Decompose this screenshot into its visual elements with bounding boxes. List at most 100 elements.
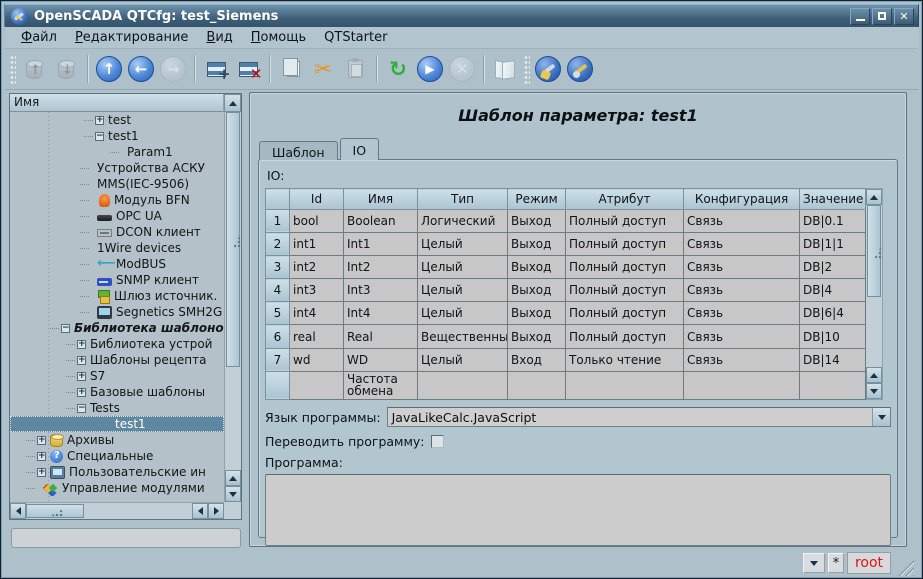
cut-icon[interactable]: ✂ <box>307 53 339 85</box>
table-row[interactable]: 1boolBooleanЛогическийВыходПолный доступ… <box>266 209 866 232</box>
table-cell[interactable]: Связь <box>684 279 800 302</box>
table-cell[interactable]: bool <box>290 209 344 232</box>
table-cell[interactable] <box>566 371 684 399</box>
tree-item-param1[interactable]: Param1 <box>10 144 224 160</box>
table-cell[interactable]: Выход <box>508 209 566 232</box>
tree-item-mms-iec-9506-[interactable]: MMS(IEC-9506) <box>10 176 224 192</box>
column-header[interactable]: Id <box>290 189 344 210</box>
tree-horizontal-scrollbar[interactable] <box>10 502 224 519</box>
table-cell[interactable]: Int4 <box>344 302 418 325</box>
row-number-cell[interactable]: 7 <box>266 348 290 371</box>
status-dropdown-button[interactable] <box>803 553 825 573</box>
tree-item-opc-ua[interactable]: OPC UA <box>10 208 224 224</box>
tree-scroll-right-button[interactable] <box>208 503 224 519</box>
table-cell[interactable]: Выход <box>508 279 566 302</box>
copy-icon[interactable] <box>275 53 307 85</box>
tree-item-s7[interactable]: +S7 <box>10 368 224 384</box>
tree-filter-field[interactable] <box>11 528 241 548</box>
tree-scroll-left2-button[interactable] <box>192 503 208 519</box>
table-cell[interactable]: Полный доступ <box>566 302 684 325</box>
status-user-badge[interactable]: root <box>847 552 891 574</box>
tree-item-dcon-клиент[interactable]: DCON клиент <box>10 224 224 240</box>
collapse-icon[interactable]: − <box>95 132 104 141</box>
expand-icon[interactable]: + <box>95 116 104 125</box>
table-row[interactable]: 5int4Int4ЦелыйВыходПолный доступСвязьDB|… <box>266 302 866 325</box>
toolbar-handle[interactable] <box>9 54 16 84</box>
table-cell[interactable]: Полный доступ <box>566 256 684 279</box>
table-cell[interactable]: DB|1|1 <box>800 233 866 256</box>
row-number-cell[interactable]: 1 <box>266 209 290 232</box>
tab-io[interactable]: IO <box>340 138 380 160</box>
table-cell[interactable]: DB|10 <box>800 325 866 348</box>
expand-icon[interactable]: + <box>37 436 46 445</box>
collapse-icon[interactable]: − <box>61 324 70 333</box>
row-number-cell[interactable] <box>266 371 290 399</box>
tree-item-базовые-шаблоны[interactable]: +Базовые шаблоны <box>10 384 224 400</box>
tree-item-test[interactable]: +test <box>10 112 224 128</box>
table-row[interactable]: 7wdWDЦелыйВходТолько чтениеСвязьDB|14 <box>266 348 866 371</box>
resize-grip[interactable] <box>897 559 914 576</box>
table-cell[interactable] <box>508 371 566 399</box>
tree-vscroll-thumb[interactable] <box>226 112 240 367</box>
menu-item-2[interactable]: Редактирование <box>67 28 196 47</box>
table-cell[interactable]: int1 <box>290 233 344 256</box>
table-cell[interactable] <box>418 371 508 399</box>
table-cell[interactable]: Полный доступ <box>566 279 684 302</box>
column-header[interactable]: Атрибут <box>566 189 684 210</box>
tree-item-segnetics-smh2g[interactable]: Segnetics SMH2G <box>10 304 224 320</box>
tree-item-библиотека-устрой[interactable]: +Библиотека устрой <box>10 336 224 352</box>
table-scroll-down-button[interactable] <box>866 383 882 399</box>
back-icon[interactable]: ← <box>125 53 157 85</box>
table-cell[interactable]: DB|6|4 <box>800 302 866 325</box>
status-modified-button[interactable]: * <box>828 553 844 573</box>
table-row-partial[interactable]: Частотаобмена <box>266 371 866 399</box>
table-cell[interactable]: Boolean <box>344 209 418 232</box>
row-number-cell[interactable]: 4 <box>266 279 290 302</box>
row-number-cell[interactable]: 5 <box>266 302 290 325</box>
table-cell[interactable]: Связь <box>684 302 800 325</box>
table-cell[interactable]: Целый <box>418 348 508 371</box>
refresh-icon[interactable]: ↻ <box>382 53 414 85</box>
menu-item-1[interactable]: Файл <box>13 28 65 47</box>
collapse-icon[interactable]: − <box>77 404 86 413</box>
tree-item-библиотека-шаблонов[interactable]: −Библиотека шаблонов <box>10 320 224 336</box>
table-row[interactable]: 2int1Int1ЦелыйВыходПолный доступСвязьDB|… <box>266 233 866 256</box>
table-cell[interactable]: DB|4 <box>800 279 866 302</box>
expand-icon[interactable]: + <box>77 372 86 381</box>
tree-scroll-up-button[interactable] <box>224 94 241 112</box>
tree-item-snmp-клиент[interactable]: SNMP клиент <box>10 272 224 288</box>
table-cell[interactable]: Полный доступ <box>566 325 684 348</box>
table-row[interactable]: 4int3Int3ЦелыйВыходПолный доступСвязьDB|… <box>266 279 866 302</box>
column-header[interactable] <box>266 189 290 210</box>
tree-item-tests[interactable]: −Tests <box>10 400 224 416</box>
up-icon[interactable]: ↑ <box>93 53 125 85</box>
io-table[interactable]: IdИмяТипРежимАтрибутКонфигурацияЗначение… <box>265 188 866 400</box>
table-row[interactable]: 6realRealВещественныйВыходПолный доступС… <box>266 325 866 348</box>
tree-scroll-left-button[interactable] <box>10 503 26 519</box>
manual-icon[interactable] <box>489 53 521 85</box>
column-header[interactable]: Имя <box>344 189 418 210</box>
table-cell[interactable] <box>684 371 800 399</box>
table-cell[interactable]: Real <box>344 325 418 348</box>
table-cell[interactable]: int3 <box>290 279 344 302</box>
table-cell[interactable] <box>800 371 866 399</box>
column-header[interactable]: Значение <box>800 189 866 210</box>
table-cell[interactable]: DB|2 <box>800 256 866 279</box>
translate-checkbox[interactable] <box>431 435 444 448</box>
table-cell[interactable]: Связь <box>684 348 800 371</box>
table-cell[interactable]: Полный доступ <box>566 209 684 232</box>
table-cell[interactable]: Связь <box>684 209 800 232</box>
table-vertical-scrollbar[interactable] <box>866 188 883 400</box>
program-textarea[interactable] <box>265 474 891 546</box>
titlebar[interactable]: OpenSCADA QTCfg: test_Siemens ✕ <box>4 4 919 27</box>
tree-item-пользовательские-ин[interactable]: +Пользовательские ин <box>10 464 224 480</box>
table-cell[interactable]: Выход <box>508 256 566 279</box>
table-cell[interactable]: Связь <box>684 256 800 279</box>
tree-item-управление-модулями[interactable]: Управление модулями <box>10 480 224 496</box>
table-scroll-up2-button[interactable] <box>866 367 882 383</box>
close-button[interactable]: ✕ <box>894 8 914 25</box>
tree-item-модуль-bfn[interactable]: Модуль BFN <box>10 192 224 208</box>
expand-icon[interactable]: + <box>37 452 46 461</box>
maximize-button[interactable] <box>872 8 892 25</box>
table-cell[interactable]: Частотаобмена <box>344 371 418 399</box>
